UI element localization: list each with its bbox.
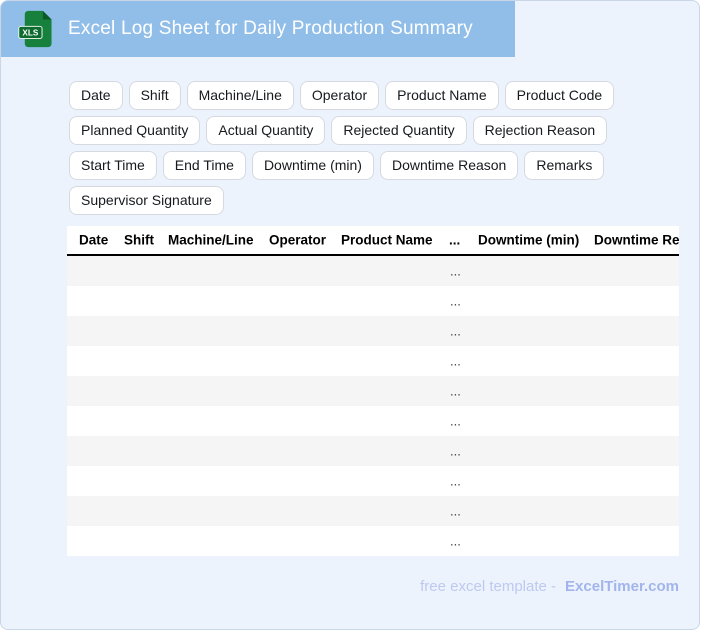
column-header: Date	[79, 233, 108, 248]
row-placeholder: ...	[450, 474, 461, 489]
field-chip: Downtime (min)	[252, 151, 374, 180]
field-chip: Rejection Reason	[473, 116, 608, 145]
xls-icon-label: XLS	[22, 28, 38, 37]
template-preview-window: XLS Excel Log Sheet for Daily Production…	[0, 0, 700, 630]
row-placeholder: ...	[450, 444, 461, 459]
field-chip: Product Code	[505, 81, 615, 110]
row-placeholder: ...	[450, 534, 461, 549]
column-header: Shift	[124, 233, 154, 248]
footer: free excel template - ExcelTimer.com	[420, 578, 679, 595]
table-row: ...	[67, 316, 679, 346]
banner: XLS Excel Log Sheet for Daily Production…	[1, 1, 515, 57]
table-row: ...	[67, 406, 679, 436]
field-chip: Rejected Quantity	[331, 116, 466, 145]
field-chips: DateShiftMachine/LineOperatorProduct Nam…	[69, 81, 629, 215]
table-row: ...	[67, 436, 679, 466]
field-chip: Machine/Line	[187, 81, 294, 110]
field-chip: Planned Quantity	[69, 116, 200, 145]
field-chip: Shift	[129, 81, 181, 110]
table-row: ...	[67, 466, 679, 496]
row-placeholder: ...	[450, 324, 461, 339]
table-row: ...	[67, 286, 679, 316]
footer-credit-text: free excel template -	[420, 578, 556, 595]
column-header: Product Name	[341, 233, 433, 248]
column-header: Downtime Reason	[594, 233, 679, 248]
table-row: ...	[67, 496, 679, 526]
field-chip: Operator	[300, 81, 379, 110]
page-title: Excel Log Sheet for Daily Production Sum…	[68, 18, 473, 40]
column-header: ...	[449, 233, 460, 248]
field-chip: Supervisor Signature	[69, 186, 224, 215]
field-chip: Start Time	[69, 151, 157, 180]
table-row: ...	[67, 256, 679, 286]
table-body: ..............................	[67, 256, 679, 556]
preview-table: Date Shift Machine/Line Operator Product Nam…	[67, 226, 679, 556]
field-chip: Remarks	[524, 151, 604, 180]
row-placeholder: ...	[450, 414, 461, 429]
table-row: ...	[67, 526, 679, 556]
row-placeholder: ...	[450, 384, 461, 399]
row-placeholder: ...	[450, 264, 461, 279]
row-placeholder: ...	[450, 504, 461, 519]
field-chip: Actual Quantity	[206, 116, 325, 145]
table-row: ...	[67, 346, 679, 376]
row-placeholder: ...	[450, 294, 461, 309]
field-chip: End Time	[163, 151, 246, 180]
table-header-row: Date Shift Machine/Line Operator Product Nam…	[67, 226, 679, 256]
column-header: Downtime (min)	[478, 233, 579, 248]
xls-file-icon: XLS	[17, 8, 55, 50]
field-chip: Product Name	[385, 81, 498, 110]
row-placeholder: ...	[450, 354, 461, 369]
footer-brand-link[interactable]: ExcelTimer.com	[565, 578, 679, 595]
field-chip: Date	[69, 81, 123, 110]
column-header: Machine/Line	[168, 233, 254, 248]
table-row: ...	[67, 376, 679, 406]
column-header: Operator	[269, 233, 326, 248]
field-chip: Downtime Reason	[380, 151, 518, 180]
